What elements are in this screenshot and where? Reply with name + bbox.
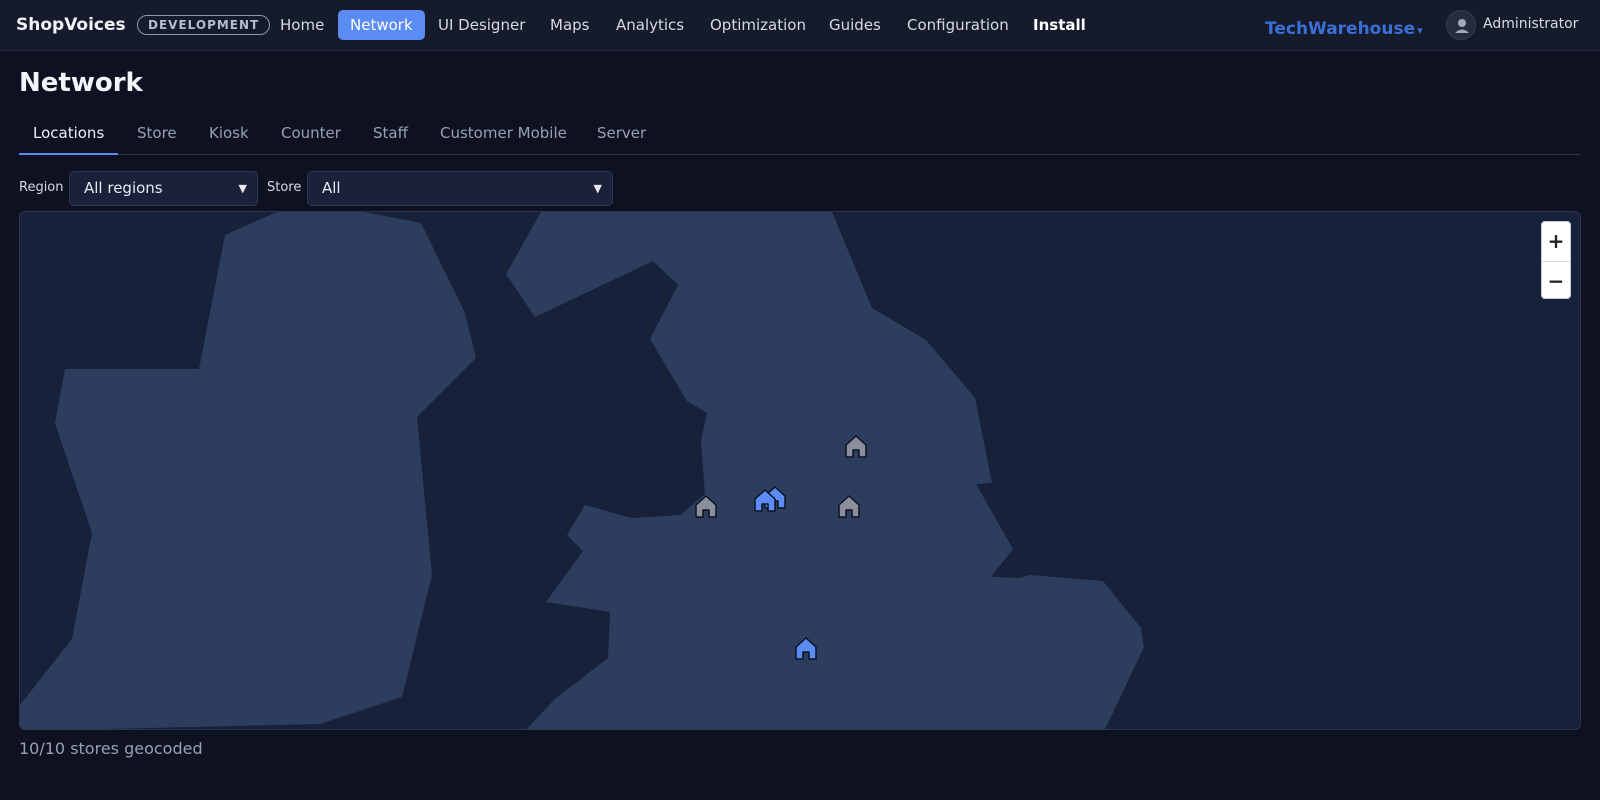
page-title: Network (19, 68, 143, 98)
tab-store[interactable]: Store (123, 118, 191, 155)
tab-counter[interactable]: Counter (267, 118, 355, 155)
map-zoom-control: + − (1541, 221, 1571, 299)
nav-guides[interactable]: Guides (817, 10, 893, 40)
map-landmass-west (20, 212, 476, 729)
nav-home[interactable]: Home (268, 10, 336, 40)
nav-configuration[interactable]: Configuration (895, 10, 1021, 40)
user-name[interactable]: Administrator (1483, 16, 1578, 32)
map-canvas[interactable] (20, 212, 1581, 730)
nav-maps[interactable]: Maps (538, 10, 601, 40)
nav-optimization[interactable]: Optimization (698, 10, 818, 40)
store-select-value: All (322, 179, 341, 197)
chevron-down-icon: ▼ (593, 182, 602, 195)
map-landmass-east (506, 212, 1144, 729)
organization-switcher[interactable]: TechWarehouse ▾ (1265, 19, 1423, 39)
organization-name: TechWarehouse (1265, 19, 1416, 39)
store-filter-label: Store (267, 180, 302, 195)
chevron-down-icon: ▾ (1417, 24, 1423, 37)
tab-customer-mobile[interactable]: Customer Mobile (426, 118, 581, 155)
app-brand[interactable]: ShopVoices (16, 15, 126, 35)
top-nav-bar: ShopVoices DEVELOPMENT Home Network UI D… (0, 0, 1600, 51)
tab-staff[interactable]: Staff (359, 118, 422, 155)
user-icon (1455, 19, 1469, 33)
nav-network[interactable]: Network (338, 10, 425, 40)
region-select[interactable]: All regions ▼ (69, 171, 258, 206)
tab-server[interactable]: Server (583, 118, 660, 155)
region-select-value: All regions (84, 179, 163, 197)
store-select[interactable]: All ▼ (307, 171, 613, 206)
environment-badge: DEVELOPMENT (137, 15, 271, 35)
tab-locations[interactable]: Locations (19, 118, 119, 155)
user-avatar[interactable] (1446, 10, 1476, 40)
tab-kiosk[interactable]: Kiosk (195, 118, 263, 155)
store-locations-map[interactable] (19, 211, 1581, 730)
zoom-out-button[interactable]: − (1542, 261, 1570, 299)
nav-install[interactable]: Install (1021, 10, 1098, 40)
chevron-down-icon: ▼ (238, 182, 247, 195)
nav-analytics[interactable]: Analytics (604, 10, 696, 40)
zoom-in-button[interactable]: + (1542, 222, 1570, 260)
nav-ui-designer[interactable]: UI Designer (426, 10, 537, 40)
geocoding-status: 10/10 stores geocoded (19, 739, 203, 758)
region-filter-label: Region (19, 180, 64, 195)
network-tabs: Locations Store Kiosk Counter Staff Cust… (19, 118, 1581, 155)
